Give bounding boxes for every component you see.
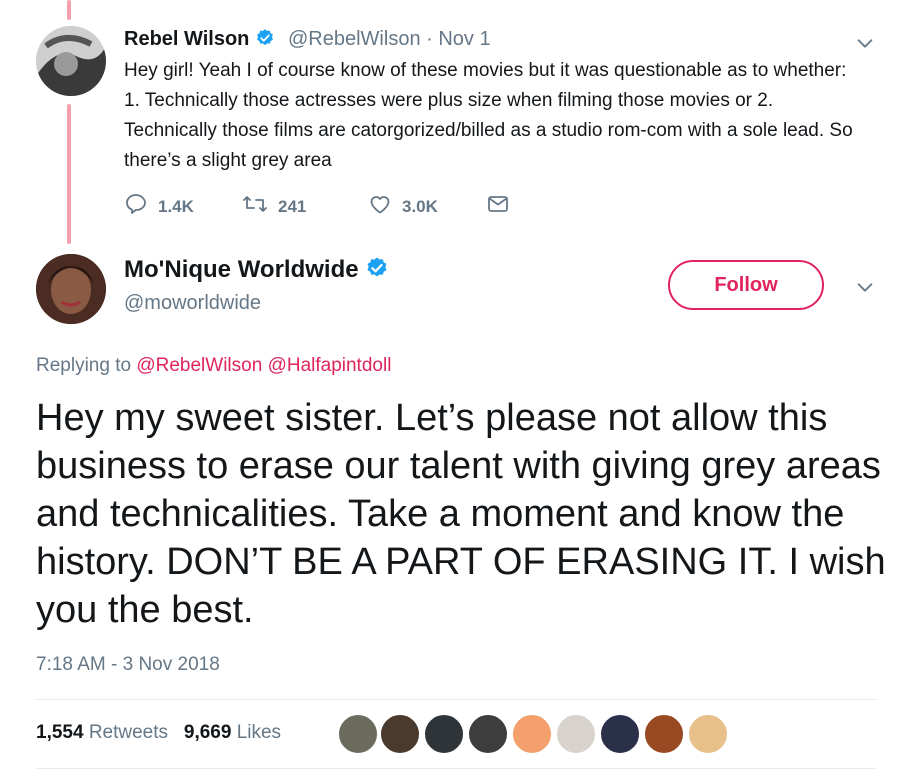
retweet-stat[interactable]: 1,554 Retweets (36, 722, 168, 743)
reply-icon (124, 192, 148, 221)
verified-badge-icon (365, 256, 389, 287)
liker-avatar[interactable] (600, 714, 640, 754)
liker-avatar[interactable] (424, 714, 464, 754)
tweet-stats: 1,554 Retweets 9,669 Likes (36, 722, 281, 744)
thread-connector-top (67, 0, 71, 20)
liker-avatar[interactable] (556, 714, 596, 754)
replying-to: Replying to @RebelWilson @Halfapintdoll (36, 355, 392, 376)
author-name-rebel-wilson[interactable]: Rebel Wilson (124, 28, 275, 54)
thread-connector (67, 104, 71, 244)
tweet-timestamp[interactable]: 7:18 AM - 3 Nov 2018 (36, 654, 220, 676)
heart-icon (368, 192, 392, 221)
like-stat[interactable]: 9,669 Likes (184, 722, 281, 743)
retweet-icon (242, 192, 268, 221)
chevron-down-icon[interactable] (854, 276, 876, 298)
direct-message-action[interactable] (486, 192, 510, 221)
liker-avatar[interactable] (644, 714, 684, 754)
avatar-rebel-wilson[interactable] (36, 26, 106, 96)
author-name-monique[interactable]: Mo'Nique Worldwide (124, 256, 389, 287)
verified-badge-icon (255, 28, 275, 54)
liker-avatar[interactable] (380, 714, 420, 754)
reply-tweet-text: Hey girl! Yeah I of course know of these… (124, 60, 853, 171)
liker-avatar[interactable] (688, 714, 728, 754)
divider (36, 699, 876, 700)
liker-avatar[interactable] (338, 714, 378, 754)
direct-message-icon (486, 192, 510, 221)
author-handle-monique[interactable]: @moworldwide (124, 292, 261, 315)
replying-mentions-link[interactable]: @RebelWilson @Halfapintdoll (136, 355, 391, 376)
like-action[interactable]: 3.0K (368, 192, 438, 221)
retweet-action[interactable]: 241 (242, 192, 306, 221)
author-handle-and-date[interactable]: @RebelWilson · Nov 1 (288, 28, 491, 51)
chevron-down-icon[interactable] (854, 32, 876, 54)
reply-action[interactable]: 1.4K (124, 192, 194, 221)
liker-avatar[interactable] (468, 714, 508, 754)
liker-avatar[interactable] (512, 714, 552, 754)
avatar-monique[interactable] (36, 254, 106, 324)
main-tweet-text: Hey my sweet sister. Let’s please not al… (36, 397, 886, 631)
follow-button[interactable]: Follow (668, 260, 824, 310)
divider (36, 768, 876, 769)
